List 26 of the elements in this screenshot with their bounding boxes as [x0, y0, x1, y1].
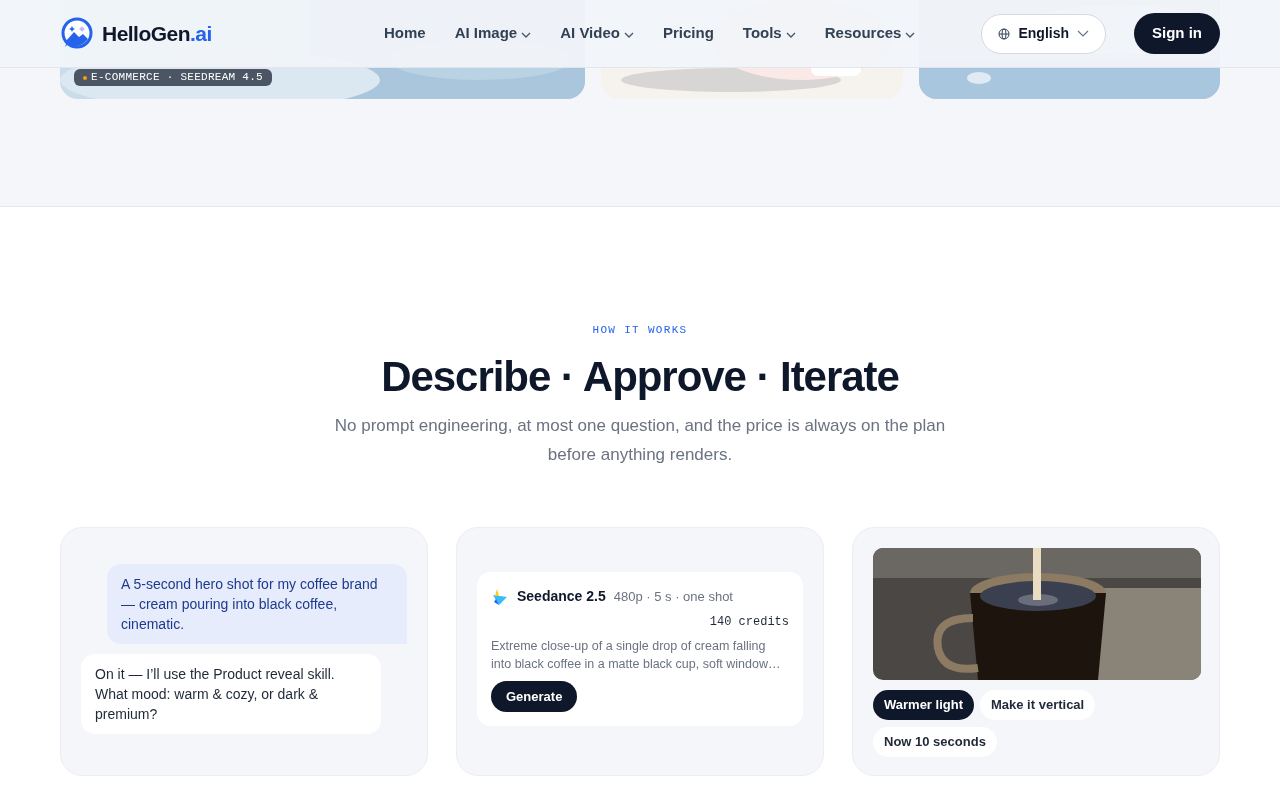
caret-icon [1077, 30, 1089, 37]
brand-name[interactable]: HelloGen.ai [102, 17, 212, 50]
model-name: Seedance 2.5 [517, 587, 606, 606]
credit-cost: 140 credits [709, 614, 789, 631]
suggestion-chip[interactable]: Warmer light [873, 690, 974, 720]
suggestion-chip[interactable]: Now 10 seconds [873, 727, 997, 757]
generate-button[interactable]: Generate [491, 681, 578, 712]
user-message: A 5-second hero shot for my coffee brand — cream pouring into black coffee, cinematic. [107, 564, 407, 644]
logo-icon [60, 16, 94, 51]
nav-link[interactable]: AI Image [454, 22, 532, 45]
globe-icon [998, 27, 1011, 40]
section-title: Describe · Approve · Iterate [381, 351, 899, 402]
nav-link[interactable]: AI Video [560, 22, 634, 45]
nav-link[interactable]: Tools [742, 22, 796, 45]
model-specs: 480p · 5 s · one shot [613, 587, 733, 606]
assistant-message: On it — I’ll use the Product reveal skill. What mood: warm & cozy, or dark & premium? [81, 654, 381, 734]
section-subtitle: No prompt engineering, at most one question, and the price is always on the plan before anything renders. [333, 415, 947, 466]
language-select[interactable]: English [981, 13, 1106, 54]
nav-link[interactable]: Home [384, 22, 426, 45]
suggestion-chip[interactable]: Make it vertical [980, 690, 1096, 720]
nav-link[interactable]: Pricing [662, 22, 714, 45]
nav-link[interactable]: Resources [824, 22, 916, 45]
section-eyebrow: HOW IT WORKS [592, 323, 688, 338]
tag-text: E-COMMERCE · SEEDREAM 4.5 [91, 70, 263, 86]
sign-in-button[interactable]: Sign in [1134, 13, 1220, 54]
prompt-text: Extreme close-up of a single drop of cream falling into black coffee in a matte black cup, soft window… [491, 638, 782, 673]
